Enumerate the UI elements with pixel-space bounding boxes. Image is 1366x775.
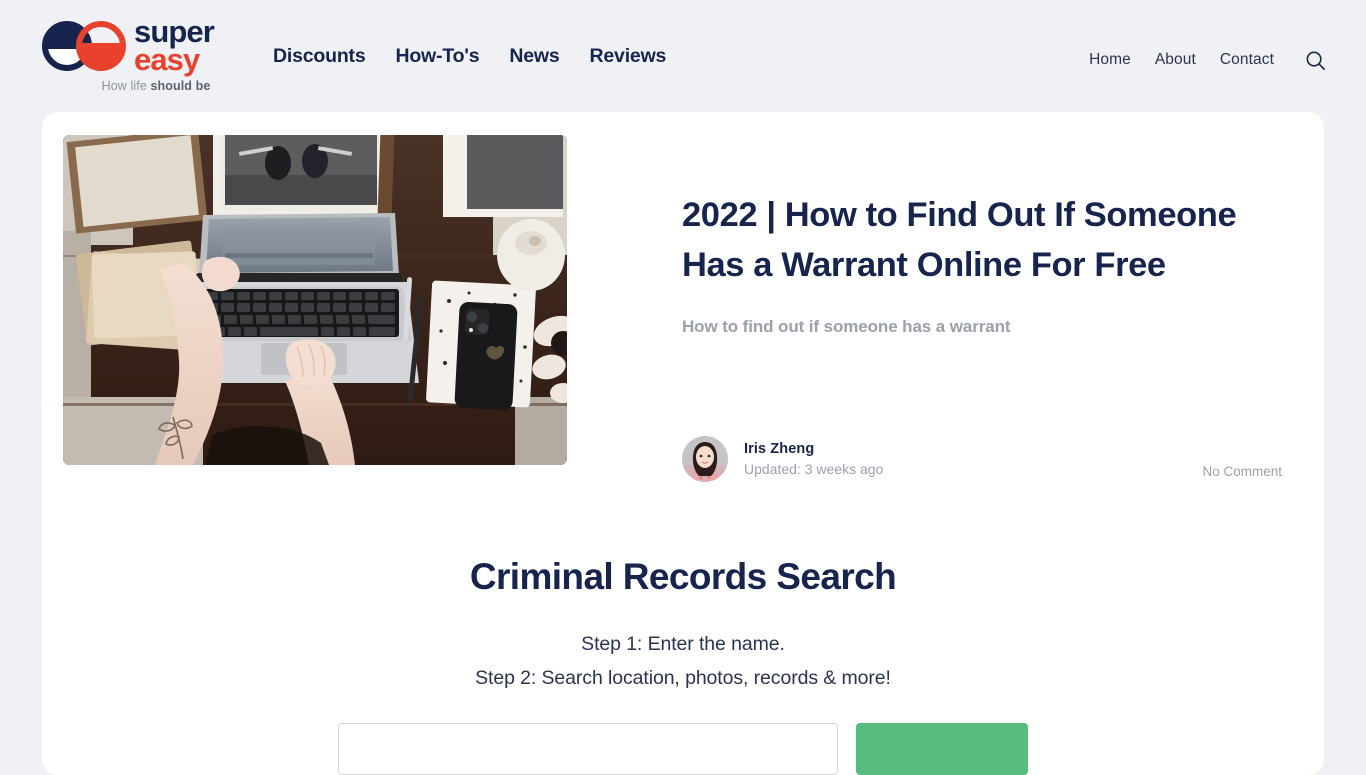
logo-bar-red: [82, 42, 120, 49]
utility-navigation: Home About Contact: [1089, 47, 1328, 73]
criminal-records-search-widget: Criminal Records Search Step 1: Enter th…: [42, 556, 1324, 775]
search-icon[interactable]: [1302, 47, 1328, 73]
nav-item-contact[interactable]: Contact: [1220, 51, 1274, 69]
widget-title: Criminal Records Search: [469, 556, 897, 597]
widget-steps: Step 1: Enter the name. Step 2: Search l…: [42, 627, 1324, 695]
main-navigation: Discounts How-To's News Reviews: [273, 45, 666, 68]
nav-item-how-tos[interactable]: How-To's: [395, 45, 479, 68]
avatar-portrait: [682, 436, 728, 482]
site-logo[interactable]: super easy How life should be: [42, 16, 270, 96]
updated-timestamp: Updated: 3 weeks ago: [744, 461, 884, 477]
nav-item-about[interactable]: About: [1155, 51, 1196, 69]
logo-tagline-strong: should be: [150, 79, 211, 93]
comment-count[interactable]: No Comment: [1202, 464, 1282, 479]
article-hero-row: 2022 | How to Find Out If Someone Has a …: [42, 112, 1324, 482]
records-search-form: [42, 723, 1324, 775]
logo-tagline: How life should be: [42, 79, 270, 93]
search-icon-glyph: [1306, 51, 1325, 70]
article-byline: Iris Zheng Updated: 3 weeks ago No Comme…: [682, 436, 1282, 482]
nav-item-news[interactable]: News: [509, 45, 559, 68]
logo-tagline-prefix: How life: [101, 79, 151, 93]
name-search-input[interactable]: [338, 723, 838, 775]
logo-wordmark: super easy: [134, 16, 215, 77]
avatar[interactable]: [682, 436, 728, 482]
article-header: 2022 | How to Find Out If Someone Has a …: [682, 190, 1282, 337]
logo-word-easy: easy: [134, 41, 200, 77]
article-card: 2022 | How to Find Out If Someone Has a …: [42, 112, 1324, 775]
hero-image: [63, 135, 567, 465]
nav-item-discounts[interactable]: Discounts: [273, 45, 366, 68]
widget-step-2: Step 2: Search location, photos, records…: [475, 667, 891, 689]
article-subtitle: How to find out if someone has a warrant: [682, 317, 1011, 336]
nav-item-home[interactable]: Home: [1089, 51, 1131, 69]
byline-text: Iris Zheng Updated: 3 weeks ago: [744, 441, 883, 477]
search-records-button[interactable]: [856, 723, 1028, 775]
site-header: super easy How life should be Discounts …: [0, 0, 1366, 112]
hero-image-artwork: [63, 135, 567, 465]
widget-step-1: Step 1: Enter the name.: [581, 633, 785, 655]
page-title: 2022 | How to Find Out If Someone Has a …: [682, 196, 1237, 284]
logo-row: super easy: [42, 16, 270, 77]
nav-item-reviews[interactable]: Reviews: [590, 45, 667, 68]
author-name[interactable]: Iris Zheng: [744, 441, 883, 457]
overlapping-circles-ee-logo-icon: [42, 20, 126, 71]
